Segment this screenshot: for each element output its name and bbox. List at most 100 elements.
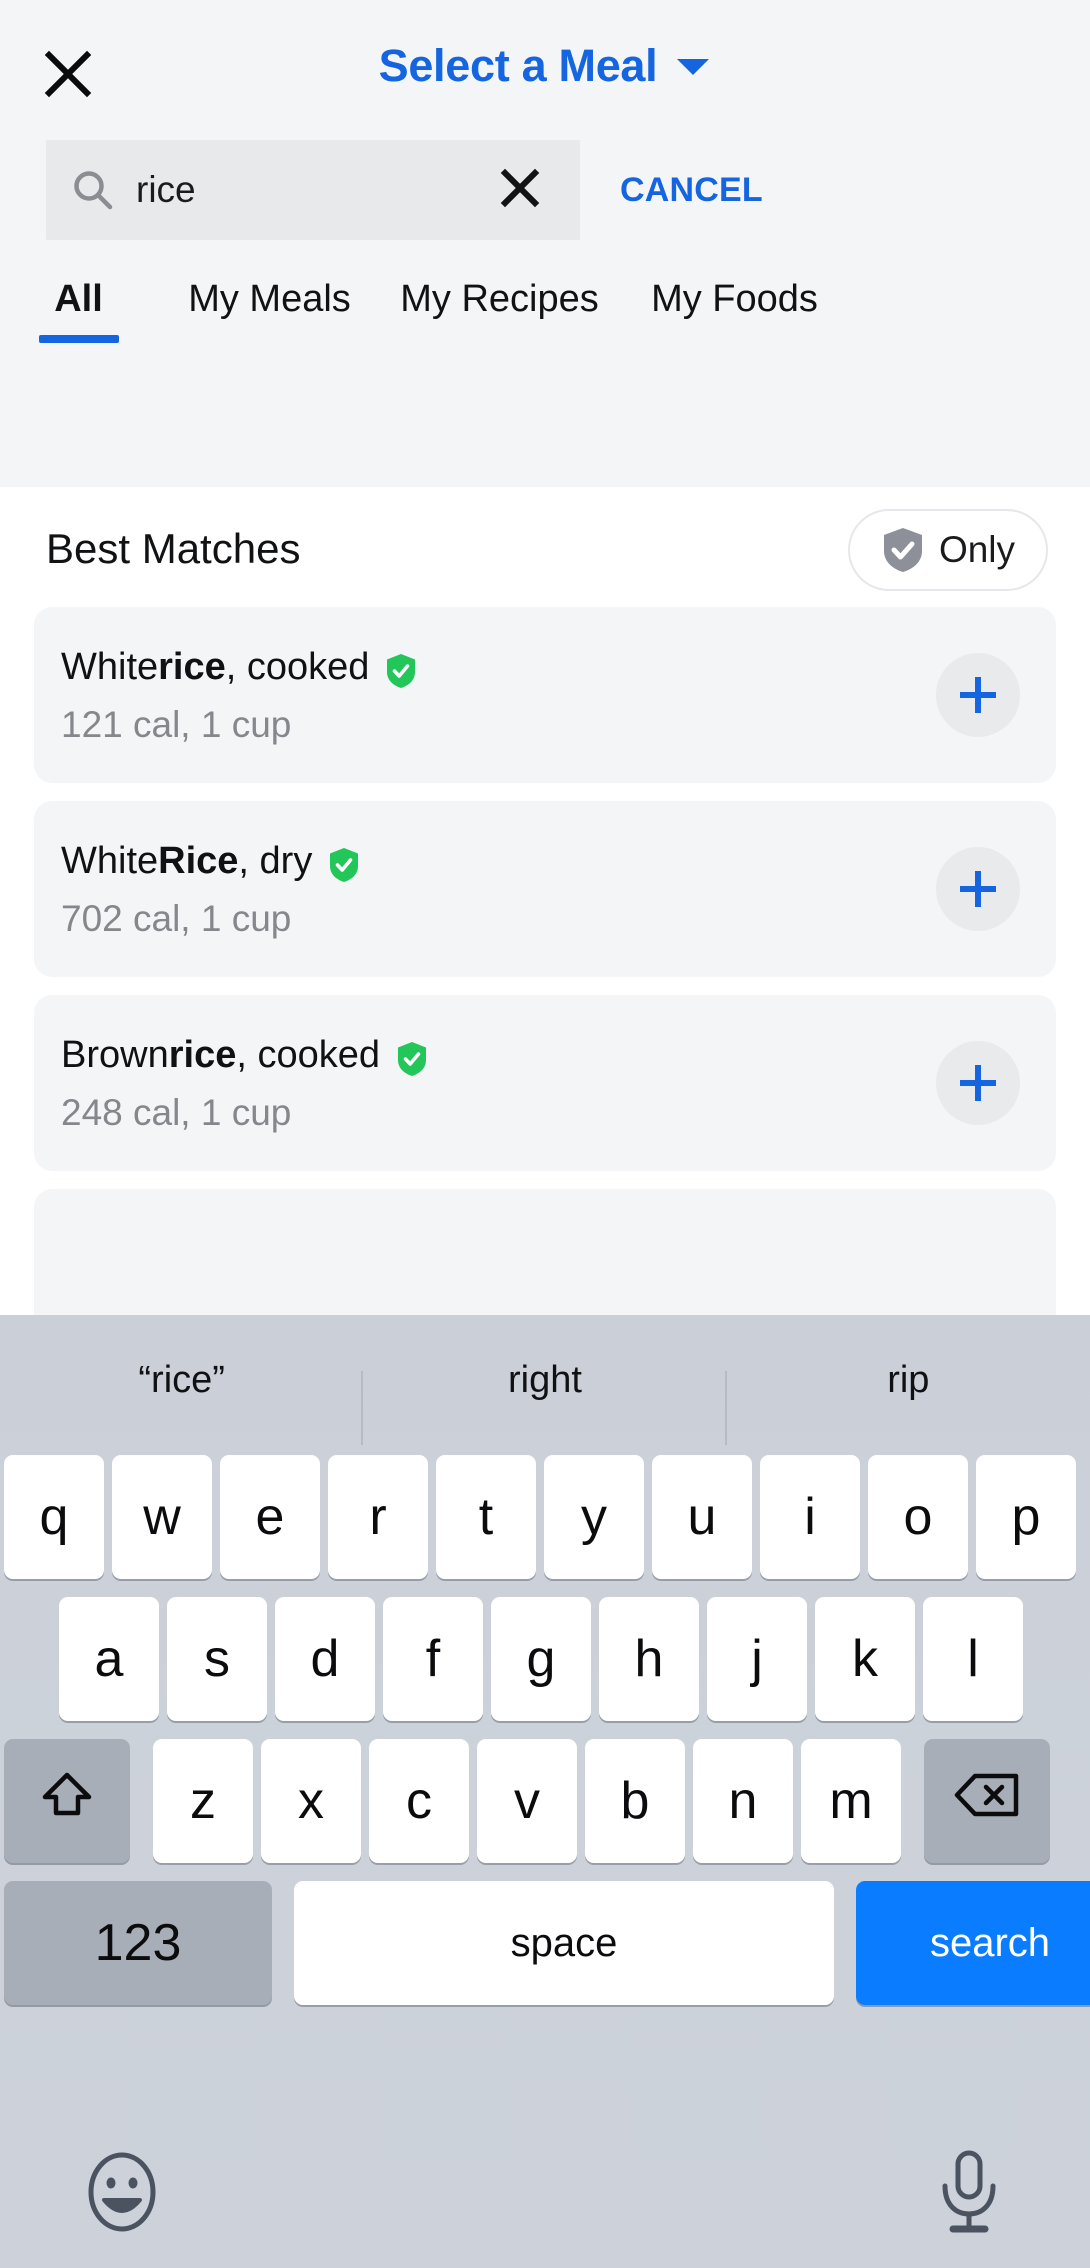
results-header: Best Matches Only	[0, 487, 1090, 607]
emoji-button[interactable]	[86, 2150, 158, 2234]
key-h[interactable]: h	[599, 1597, 699, 1721]
key-a[interactable]: a	[59, 1597, 159, 1721]
shield-check-icon	[396, 1041, 428, 1077]
add-food-button[interactable]	[936, 847, 1020, 931]
search-icon	[72, 169, 114, 211]
shift-key[interactable]	[4, 1739, 130, 1863]
key-c[interactable]: c	[369, 1739, 469, 1863]
numbers-key[interactable]: 123	[4, 1881, 272, 2005]
verified-only-filter[interactable]: Only	[848, 509, 1048, 591]
food-result-row[interactable]: White rice, cooked 121 cal, 1 cup	[34, 607, 1056, 783]
key-u[interactable]: u	[652, 1455, 752, 1579]
emoji-smiley-icon	[86, 2152, 158, 2238]
key-r[interactable]: r	[328, 1455, 428, 1579]
shield-check-icon	[385, 653, 417, 689]
key-q[interactable]: q	[4, 1455, 104, 1579]
key-k[interactable]: k	[815, 1597, 915, 1721]
food-name: Brown rice, cooked	[61, 1032, 936, 1080]
keyboard-row-2: a s d f g h j k l	[59, 1597, 1090, 1721]
prediction-candidate[interactable]: right	[363, 1359, 727, 1445]
key-n[interactable]: n	[693, 1739, 793, 1863]
keyboard-row-4: 123 space search	[4, 1881, 1090, 2005]
shield-check-icon	[881, 526, 925, 574]
prediction-candidate[interactable]: rip	[727, 1359, 1090, 1402]
food-name-prefix: Brown	[61, 1034, 169, 1077]
food-name: White Rice, dry	[61, 838, 936, 886]
key-t[interactable]: t	[436, 1455, 536, 1579]
keyboard-row-3: z x c v b n m	[4, 1739, 1090, 1863]
food-name-suffix: , cooked	[225, 646, 370, 689]
page-title: Select a Meal	[378, 39, 658, 91]
search-row: rice CANCEL	[0, 140, 1090, 240]
navbar: Select a Meal	[0, 0, 1090, 125]
meal-selector[interactable]: Select a Meal	[0, 0, 1090, 125]
search-return-key[interactable]: search	[856, 1881, 1090, 2005]
prediction-candidate[interactable]: “rice”	[0, 1359, 364, 1445]
key-g[interactable]: g	[491, 1597, 591, 1721]
key-p[interactable]: p	[976, 1455, 1076, 1579]
tab-all[interactable]: All	[0, 250, 157, 343]
tab-active-indicator	[38, 335, 119, 343]
key-f[interactable]: f	[383, 1597, 483, 1721]
food-name-match: rice	[158, 646, 226, 689]
key-y[interactable]: y	[544, 1455, 644, 1579]
food-result-row[interactable]: Brown rice, cooked 248 cal, 1 cup	[34, 995, 1056, 1171]
key-j[interactable]: j	[707, 1597, 807, 1721]
tab-label: My Meals	[188, 278, 351, 320]
cancel-button[interactable]: CANCEL	[620, 140, 763, 240]
space-key[interactable]: space	[294, 1881, 834, 2005]
add-food-button[interactable]	[936, 1041, 1020, 1125]
section-title: Best Matches	[46, 525, 301, 572]
shift-up-arrow-icon	[39, 1767, 95, 1836]
key-w[interactable]: w	[112, 1455, 212, 1579]
clear-search-button[interactable]	[498, 168, 542, 212]
search-input[interactable]: rice	[136, 169, 196, 211]
dictation-button[interactable]	[936, 2150, 1002, 2234]
food-details: 121 cal, 1 cup	[61, 703, 292, 745]
key-z[interactable]: z	[153, 1739, 253, 1863]
shield-check-icon	[328, 847, 360, 883]
backspace-key[interactable]	[924, 1739, 1050, 1863]
predictive-text-bar: “rice” right rip	[0, 1315, 1090, 1445]
plus-icon	[955, 1060, 1001, 1106]
keyboard-bottom-bar	[0, 2118, 1090, 2268]
keyboard-row-1: q w e r t y u i o p	[4, 1455, 1090, 1579]
backspace-icon	[954, 1771, 1020, 1832]
key-x[interactable]: x	[261, 1739, 361, 1863]
food-details: 248 cal, 1 cup	[61, 1091, 292, 1133]
food-name-match: rice	[168, 1034, 237, 1077]
key-o[interactable]: o	[868, 1455, 968, 1579]
add-food-button[interactable]	[936, 653, 1020, 737]
tab-label: All	[54, 278, 103, 320]
key-v[interactable]: v	[477, 1739, 577, 1863]
food-details: 702 cal, 1 cup	[61, 897, 292, 939]
top-section: Select a Meal rice CANCEL All My Meals M…	[0, 0, 1090, 487]
tab-bar: All My Meals My Recipes My Foods	[0, 250, 1090, 360]
virtual-keyboard: “rice” right rip q w e r t y u i o p a s…	[0, 1315, 1090, 2268]
food-results-list: White rice, cooked 121 cal, 1 cup White …	[0, 607, 1090, 1315]
microphone-icon	[936, 2150, 1002, 2238]
key-b[interactable]: b	[585, 1739, 685, 1863]
key-m[interactable]: m	[801, 1739, 901, 1863]
key-i[interactable]: i	[760, 1455, 860, 1579]
chevron-down-icon	[675, 56, 711, 83]
key-s[interactable]: s	[167, 1597, 267, 1721]
filter-label: Only	[938, 529, 1016, 570]
app-screen: Select a Meal rice CANCEL All My Meals M…	[0, 0, 1090, 2268]
results-panel: Best Matches Only White rice, cooked 121…	[0, 487, 1090, 1315]
food-result-row[interactable]	[34, 1189, 1056, 1315]
food-result-row[interactable]: White Rice, dry 702 cal, 1 cup	[34, 801, 1056, 977]
food-name: White rice, cooked	[61, 644, 936, 692]
key-l[interactable]: l	[923, 1597, 1023, 1721]
food-info: Brown rice, cooked 248 cal, 1 cup	[61, 1032, 936, 1134]
close-icon	[498, 166, 542, 215]
tab-my-recipes[interactable]: My Recipes	[382, 250, 617, 321]
food-info: White rice, cooked 121 cal, 1 cup	[61, 644, 936, 746]
tab-my-meals[interactable]: My Meals	[157, 250, 382, 321]
plus-icon	[955, 672, 1001, 718]
key-e[interactable]: e	[220, 1455, 320, 1579]
search-field[interactable]: rice	[46, 140, 580, 240]
key-d[interactable]: d	[275, 1597, 375, 1721]
tab-my-foods[interactable]: My Foods	[617, 250, 852, 321]
plus-icon	[955, 866, 1001, 912]
